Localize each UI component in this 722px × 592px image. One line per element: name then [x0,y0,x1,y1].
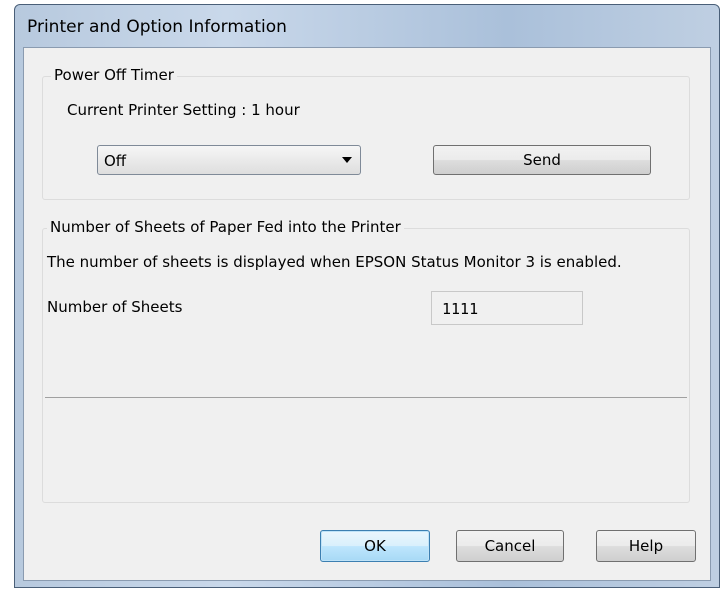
current-setting-label: Current Printer Setting : 1 hour [67,101,300,119]
divider [45,397,687,398]
chevron-down-icon [342,157,352,163]
help-button[interactable]: Help [596,530,696,562]
number-of-sheets-label: Number of Sheets [47,298,183,316]
power-off-timer-group: Power Off Timer Current Printer Setting … [42,66,690,200]
title-bar[interactable]: Printer and Option Information [15,5,719,45]
window-title: Printer and Option Information [27,17,287,37]
cancel-button[interactable]: Cancel [456,530,564,562]
sheets-note: The number of sheets is displayed when E… [47,253,622,271]
number-of-sheets-field: 1111 [431,291,583,325]
power-off-timer-value: Off [104,152,127,170]
power-off-timer-select[interactable]: Off [97,145,361,175]
sheets-group: Number of Sheets of Paper Fed into the P… [42,218,690,503]
dialog-window: Printer and Option Information Power Off… [14,4,720,588]
ok-button[interactable]: OK [320,530,430,562]
send-button[interactable]: Send [433,145,651,175]
dialog-body: Power Off Timer Current Printer Setting … [23,47,711,581]
power-off-timer-legend: Power Off Timer [51,66,177,84]
sheets-legend: Number of Sheets of Paper Fed into the P… [47,218,404,236]
